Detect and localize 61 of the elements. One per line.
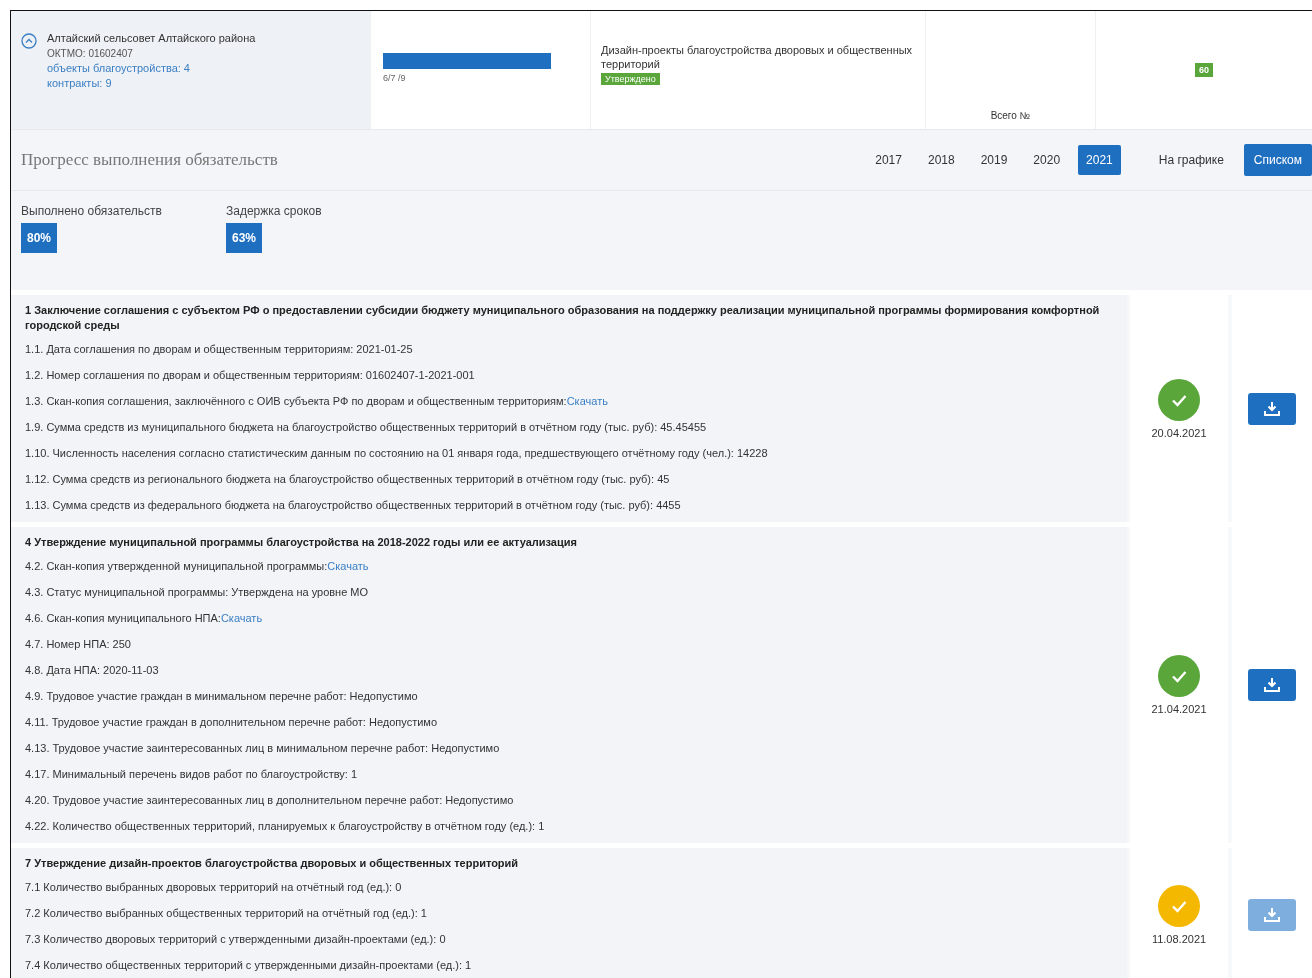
status-tag: Утверждено: [601, 73, 660, 85]
download-icon: [1263, 400, 1281, 417]
status-date: 21.04.2021: [1151, 703, 1207, 715]
download-icon: [1263, 907, 1281, 923]
obligation-detail: 4.22. Количество общественных территорий, планируемых к благоустройству в отчётном году (ед.): 1: [25, 819, 546, 834]
section-title: Прогресс выполнения обязательств: [21, 150, 279, 170]
obligation-detail: 7.4 Количество общественных территорий с утвержденными дизайн-проектами (ед.): 1: [25, 958, 473, 973]
total-label: Всего №: [990, 110, 1031, 121]
year-tab[interactable]: 2021: [1078, 145, 1121, 175]
obligation-title: 4 Утверждение муниципальной программы благоустройства на 2018-2022 годы или ее актуализация: [25, 535, 578, 550]
obligation-detail: 1.13. Сумма средств из федерального бюджета на благоустройство общественных территорий в отчётном году (тыс. руб): 4455: [25, 498, 682, 513]
obligation-detail: 1.9. Сумма средств из муниципального бюджета на благоустройство общественных территорий в отчётном году (тыс. руб): 45.45455: [25, 420, 708, 435]
download-link[interactable]: Скачать: [566, 395, 608, 407]
contracts-link[interactable]: контракты: 9: [47, 76, 256, 91]
status-check-icon: [1158, 655, 1200, 697]
download-icon: [1263, 677, 1281, 693]
obligation-detail: 4.17. Минимальный перечень видов работ по благоустройству: 1: [25, 767, 359, 782]
obligation-title: 1 Заключение соглашения с субъектом РФ о предоставлении субсидии бюджету муниципального образования на поддержку реализации муниципальной программы формирования комфортной городской среды: [25, 303, 1101, 333]
year-tab[interactable]: 2017: [867, 145, 910, 175]
obligation-detail: 4.13. Трудовое участие заинтересованных лиц в минимальном перечне работ: Недопустимо: [25, 741, 501, 756]
download-button[interactable]: [1248, 392, 1296, 425]
obligation-detail: 7.2 Количество выбранных общественных территорий на отчётный год (ед.): 1: [25, 906, 428, 921]
year-tab[interactable]: 2018: [919, 145, 963, 175]
status-check-icon: [1158, 885, 1200, 927]
oktmo-code: ОКТМО: 01602407: [47, 47, 134, 61]
obligation-detail: 1.1. Дата соглашения по дворам и общественным территориям: 2021-01-25: [25, 342, 414, 357]
status-date: 11.08.2021: [1151, 933, 1207, 945]
obligation-detail: 4.9. Трудовое участие граждан в минимальном перечне работ: Недопустимо: [25, 689, 419, 704]
obligation-detail: 4.8. Дата НПА: 2020-11-03: [25, 663, 160, 678]
objects-link[interactable]: объекты благоустройства: 4: [47, 61, 256, 76]
download-button[interactable]: [1248, 669, 1296, 701]
collapse-icon[interactable]: [21, 33, 37, 49]
status-check-icon: [1158, 378, 1200, 421]
stat-value: 80%: [21, 223, 58, 253]
status-date: 20.04.2021: [1151, 426, 1207, 439]
obligation-detail: 4.7. Номер НПА: 250: [25, 637, 132, 652]
obligation-detail: 1.3. Скан-копия соглашения, заключённого с ОИВ субъекта РФ по дворам и общественным территориям:Скачать: [25, 394, 609, 409]
obligation-detail: 1.2. Номер соглашения по дворам и общественным территориям: 01602407-1-2021-001: [25, 368, 476, 383]
obligation-detail: 1.12. Сумма средств из регионального бюджета на благоустройство общественных территорий в отчётном году (тыс. руб): 45: [25, 472, 671, 487]
obligation-detail: 4.2. Скан-копия утвержденной муниципальной программы:Скачать: [25, 559, 370, 574]
obligation-detail: 4.3. Статус муниципальной программы: Утверждена на уровне МО: [25, 585, 370, 600]
year-tab[interactable]: 2019: [972, 145, 1016, 175]
count-badge: 60: [1195, 63, 1213, 77]
design-title: Дизайн-проекты благоустройства дворовых и общественных территорий: [601, 43, 914, 71]
stat-label: Выполнено обязательств: [21, 203, 162, 219]
download-link[interactable]: Скачать: [220, 612, 263, 624]
year-tab[interactable]: 2020: [1025, 145, 1069, 175]
view-toggle[interactable]: На графике: [1148, 144, 1234, 176]
download-link[interactable]: Скачать: [327, 560, 369, 572]
stat-label: Задержка сроков: [226, 203, 322, 219]
obligation-detail: 4.11. Трудовое участие граждан в дополнительном перечне работ: Недопустимо: [25, 715, 439, 730]
obligation-detail: 7.1 Количество выбранных дворовых территорий на отчётный год (ед.): 0: [25, 880, 403, 895]
municipality-name: Алтайский сельсовет Алтайского района: [47, 31, 256, 46]
obligation-detail: 4.20. Трудовое участие заинтересованных лиц в дополнительном перечне работ: Недопустимо: [25, 793, 515, 808]
obligation-detail: 7.3 Количество дворовых территорий с утвержденными дизайн-проектами (ед.): 0: [25, 932, 447, 947]
view-toggle[interactable]: Списком: [1243, 144, 1312, 176]
obligation-detail: 1.10. Численность населения согласно статистическим данным по состоянию на 01 января года, предшествующего отчётному году (чел.): 14228: [25, 446, 769, 461]
obligation-detail: 4.6. Скан-копия муниципального НПА:Скачать: [25, 611, 264, 626]
stat-value: 63%: [226, 223, 263, 253]
progress-caption: 6/7 /9: [383, 73, 407, 83]
obligation-title: 7 Утверждение дизайн-проектов благоустройства дворовых и общественных территорий: [25, 856, 520, 871]
